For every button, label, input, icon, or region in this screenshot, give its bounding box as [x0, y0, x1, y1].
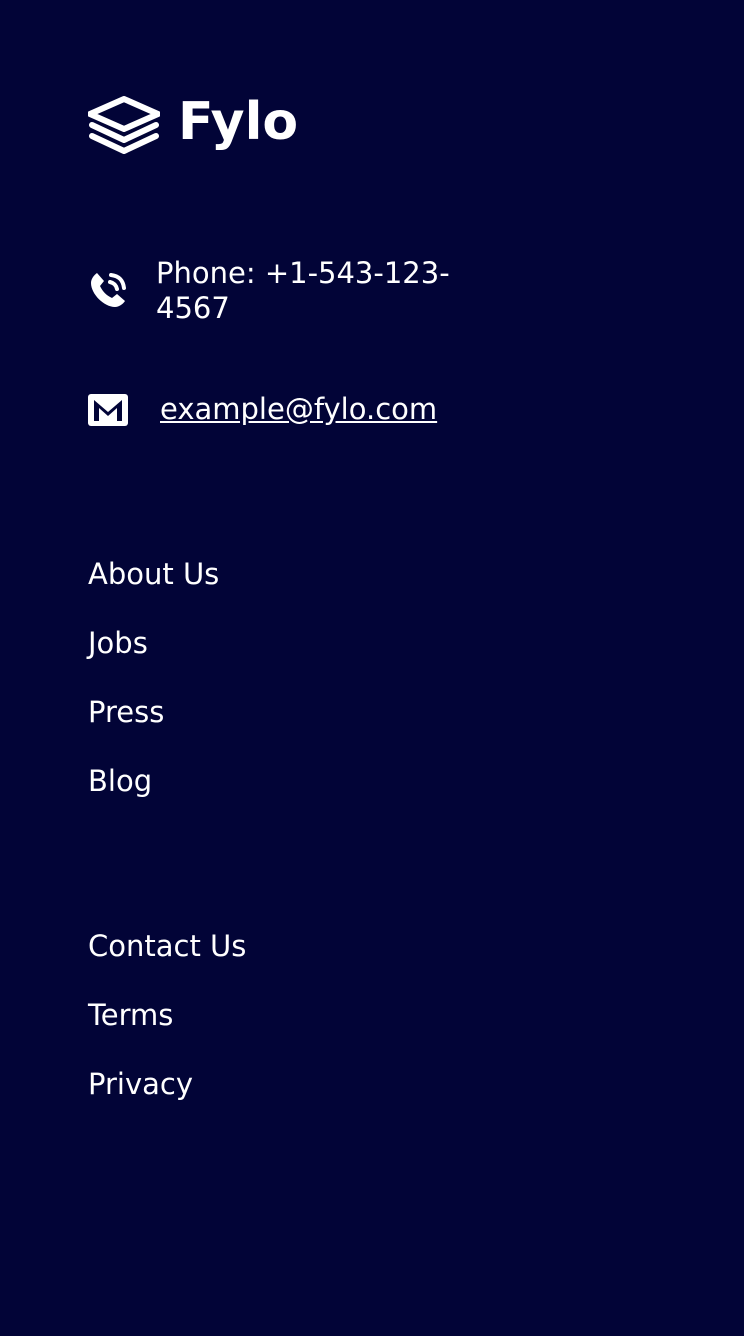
footer-link-item: Contact Us [88, 925, 246, 994]
footer-links-primary: About Us Jobs Press Blog [88, 553, 219, 829]
footer-link-item: About Us [88, 553, 219, 622]
footer-link-item: Terms [88, 994, 246, 1063]
jobs-link[interactable]: Jobs [88, 622, 148, 664]
about-us-link[interactable]: About Us [88, 553, 219, 595]
press-link[interactable]: Press [88, 691, 164, 733]
brand-name: Fylo [178, 92, 299, 152]
site-footer: Fylo Phone: +1-543-123-4567 example@fylo… [0, 0, 744, 1336]
blog-link[interactable]: Blog [88, 760, 152, 802]
email-link[interactable]: example@fylo.com [160, 392, 437, 427]
mail-icon [88, 394, 128, 426]
terms-link[interactable]: Terms [88, 994, 173, 1036]
phone-number: Phone: +1-543-123-4567 [156, 256, 450, 325]
phone-contact: Phone: +1-543-123-4567 [88, 256, 456, 326]
email-contact: example@fylo.com [88, 392, 437, 427]
footer-link-item: Privacy [88, 1063, 246, 1132]
footer-link-item: Blog [88, 760, 219, 829]
footer-links-secondary: Contact Us Terms Privacy [88, 925, 246, 1132]
stacked-layers-icon [88, 96, 160, 154]
contact-us-link[interactable]: Contact Us [88, 925, 246, 967]
privacy-link[interactable]: Privacy [88, 1063, 193, 1105]
brand-logo[interactable]: Fylo [88, 92, 298, 156]
phone-icon [91, 273, 126, 307]
footer-link-item: Jobs [88, 622, 219, 691]
footer-link-item: Press [88, 691, 219, 760]
